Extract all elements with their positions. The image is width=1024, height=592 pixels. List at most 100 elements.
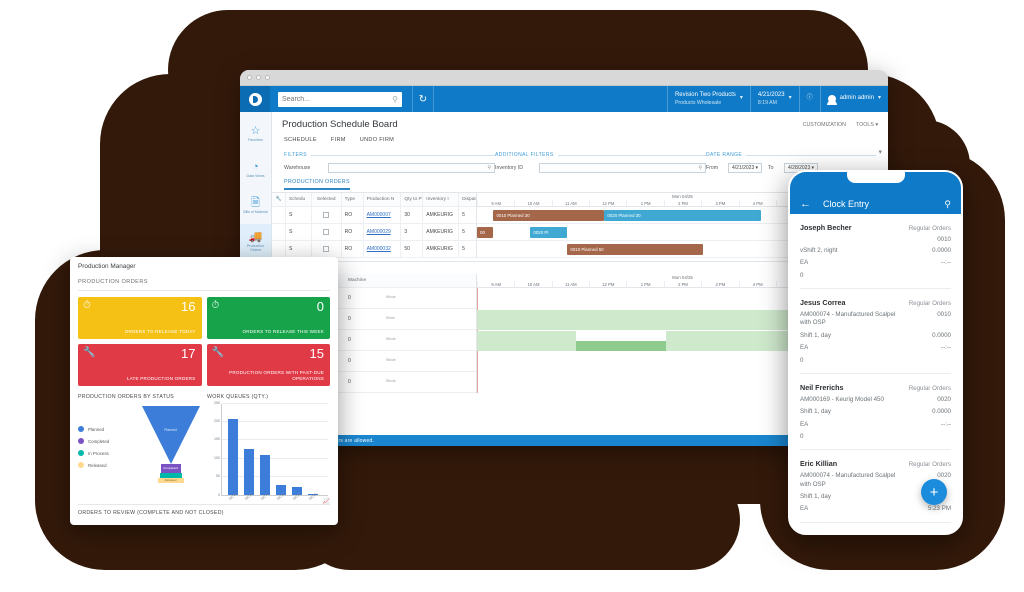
global-search[interactable]: ⚲: [278, 91, 402, 107]
tab-production-orders[interactable]: PRODUCTION ORDERS: [284, 179, 350, 190]
help-icon[interactable]: ⓘ: [798, 86, 820, 112]
table-row[interactable]: S RO AM000029 3 AMKEURIG 5: [272, 224, 476, 241]
sidebar-item-production-orders[interactable]: 🚚 Production Orders: [240, 224, 271, 260]
y-axis-tick: 100: [214, 455, 220, 460]
window-close-dot[interactable]: [247, 75, 252, 80]
order-type: Regular Orders: [908, 225, 951, 232]
gantt-bar[interactable]: 0020 Planned 30: [604, 210, 761, 221]
inventory-id-input[interactable]: ⚲: [539, 163, 706, 173]
kpi-caption: ORDERS TO RELEASE THIS WEEK: [242, 329, 324, 335]
gantt-bar[interactable]: 0010 Planned 30: [493, 210, 605, 221]
to-label: To: [768, 165, 774, 171]
chart-type-icon[interactable]: 📈: [323, 498, 330, 505]
row-checkbox[interactable]: [323, 229, 330, 235]
window-maximize-dot[interactable]: [265, 75, 270, 80]
operation-number: 0020: [937, 395, 951, 403]
user-menu[interactable]: admin admin ▾: [819, 86, 888, 112]
company-selector[interactable]: Revision Two Products Products Wholesale…: [666, 86, 750, 112]
kpi-orders-to-release-today[interactable]: ⏱ 16 ORDERS TO RELEASE TODAY: [78, 297, 202, 339]
from-date-value: 4/21/2023: [732, 165, 755, 171]
hour-tick: 12 PM: [589, 281, 626, 287]
hour-tick: 11 AM: [551, 281, 589, 287]
legend-label: In Process: [88, 450, 109, 456]
hour-tick: 11 AM: [551, 200, 589, 206]
search-input[interactable]: [282, 95, 393, 103]
kpi-past-due-operations[interactable]: 🔧 15 PRODUCTION ORDERS WITH PAST-DUE OPE…: [206, 344, 330, 386]
app-logo-icon[interactable]: [240, 86, 270, 112]
refresh-icon[interactable]: ↻: [412, 86, 434, 112]
cell-order-link[interactable]: AM000007: [367, 212, 391, 218]
gantt-bar[interactable]: 0010 Planned 50: [567, 244, 704, 255]
search-icon[interactable]: ⚲: [944, 199, 951, 210]
schedule-button[interactable]: SCHEDULE: [284, 137, 317, 143]
column-header: Selected: [312, 193, 342, 206]
cell-order-link[interactable]: AM000029: [367, 229, 391, 235]
y-axis-tick: 200: [214, 419, 220, 424]
business-date: 4/21/2023: [757, 92, 785, 98]
chart-title: PRODUCTION ORDERS BY STATUS: [78, 394, 175, 400]
funnel-label-completed: Completed: [163, 466, 178, 470]
bar-wc10[interactable]: [244, 448, 254, 495]
firm-button[interactable]: FIRM: [331, 137, 346, 143]
cell-machine: 0: [348, 379, 351, 385]
row-checkbox[interactable]: [323, 212, 330, 218]
list-item[interactable]: Joseph Becher Regular Orders 0010 vShift…: [800, 214, 951, 290]
hour-tick: 1 PM: [626, 200, 663, 206]
table-row[interactable]: S RO AM000032 50 AMKEURIG 5: [272, 241, 476, 258]
cell-selected[interactable]: [312, 241, 342, 257]
gantt-bar[interactable]: 00: [477, 227, 494, 238]
warehouse-input[interactable]: ⚲: [328, 163, 495, 173]
cell-selected[interactable]: [312, 207, 342, 223]
chart-title: WORK QUEUES (QTY.): [207, 394, 269, 400]
cell-dispatch: 5: [462, 246, 465, 252]
legend-item[interactable]: In Process: [78, 450, 140, 456]
hour-tick: 9 AM: [477, 281, 514, 287]
legend-swatch: [78, 450, 84, 456]
kpi-orders-to-release-this-week[interactable]: ⏱ 0 ORDERS TO RELEASE THIS WEEK: [206, 297, 330, 339]
kpi-tiles: ⏱ 16 ORDERS TO RELEASE TODAY ⏱ 0 ORDERS …: [78, 297, 330, 386]
cell-machine: 0: [348, 295, 351, 301]
customization-menu[interactable]: CUSTOMIZATION: [803, 122, 846, 128]
legend-item[interactable]: Completed: [78, 438, 140, 444]
hour-tick: 4 PM: [738, 200, 776, 206]
row-checkbox[interactable]: [323, 246, 330, 252]
availability-band-busy: [575, 341, 667, 351]
kpi-late-production-orders[interactable]: 🔧 17 LATE PRODUCTION ORDERS: [78, 344, 202, 386]
add-entry-fab[interactable]: +: [921, 479, 947, 505]
y-axis-tick: 0: [218, 492, 220, 497]
tools-menu[interactable]: TOOLS ▾: [856, 122, 878, 128]
plus-icon: +: [929, 483, 939, 501]
undo-firm-button[interactable]: UNDO FIRM: [360, 137, 394, 143]
window-minimize-dot[interactable]: [256, 75, 261, 80]
list-item[interactable]: Jesus Correa Regular Orders AM000074 - M…: [800, 289, 951, 374]
table-row[interactable]: S RO AM000007 30 AMKEURIG 5: [272, 207, 476, 224]
sidebar-item-data-views[interactable]: ◔ Data Views: [240, 152, 271, 188]
bar-wc70[interactable]: [260, 454, 270, 495]
document-icon: 🗎: [251, 196, 260, 209]
cell-selected[interactable]: [312, 224, 342, 240]
back-arrow-icon[interactable]: ←: [800, 198, 811, 210]
sidebar-item-bills-of-material[interactable]: 🗎 Bills of Material: [240, 188, 271, 224]
kpi-value: 17: [181, 346, 196, 361]
chevron-down-icon: ▾: [788, 95, 792, 102]
column-header: Machine: [348, 278, 367, 283]
cell-machine: 0: [348, 316, 351, 322]
list-item[interactable]: Neil Frerichs Regular Orders AM000169 - …: [800, 374, 951, 451]
legend-item[interactable]: Released: [78, 462, 140, 468]
cell-scheduled: S: [286, 241, 312, 257]
date-selector[interactable]: 4/21/2023 8:19 AM ▾: [749, 86, 799, 112]
legend-item[interactable]: Planned: [78, 426, 140, 432]
sidebar-item-favorites[interactable]: ☆ Favorites: [240, 116, 271, 152]
cell-type: RO: [342, 207, 364, 223]
settings-icon[interactable]: 🔧: [272, 193, 286, 206]
cell-inventory: AMKEURIG: [423, 241, 460, 257]
quantity-value: 0.0000: [932, 408, 951, 416]
mobile-header: ← Clock Entry ⚲: [790, 172, 961, 214]
order-type: Regular Orders: [908, 300, 951, 308]
hour-tick: 2 PM: [663, 281, 701, 287]
gantt-bar[interactable]: 0020 Pl: [530, 227, 568, 238]
from-date-input[interactable]: 4/21/2023 ▾: [728, 163, 762, 173]
bar-wc40[interactable]: [228, 419, 238, 495]
collapse-chevron-icon[interactable]: ▾: [878, 148, 882, 156]
cell-order-link[interactable]: AM000032: [367, 246, 391, 252]
